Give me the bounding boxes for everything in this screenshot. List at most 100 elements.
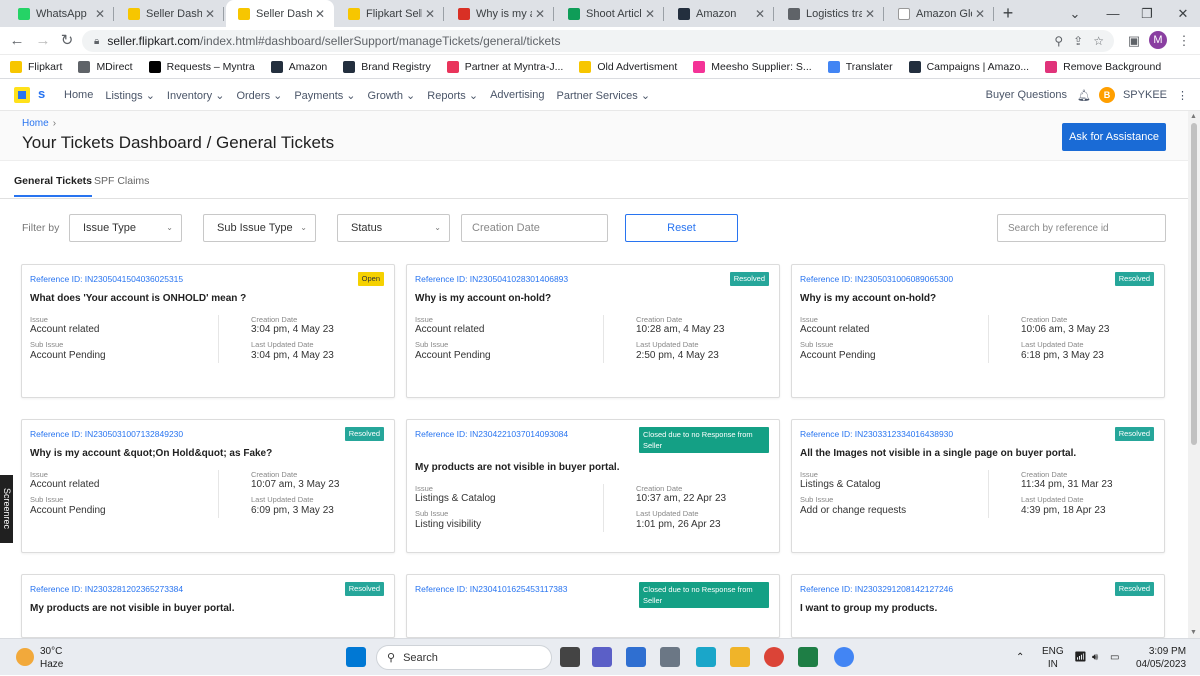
screenrec-side-tab[interactable]: Screenrec: [0, 475, 13, 543]
zoom-icon[interactable]: ⚲: [1054, 34, 1063, 48]
browser-tab[interactable]: Logistics track✕: [776, 0, 884, 27]
bookmark-item[interactable]: Meesho Supplier: S...: [693, 60, 812, 73]
nav-item-advertising[interactable]: Advertising: [490, 89, 544, 101]
notepad-icon[interactable]: [626, 647, 646, 667]
nav-item-listings[interactable]: Listings ⌄: [105, 89, 155, 102]
close-tab-icon[interactable]: ✕: [422, 7, 438, 21]
close-tab-icon[interactable]: ✕: [202, 7, 218, 21]
account-avatar[interactable]: B: [1098, 87, 1115, 103]
ticket-card[interactable]: Reference ID: IN2305041028301406893 Resol…: [406, 264, 780, 398]
ticket-question[interactable]: Why is my account on-hold?: [415, 293, 735, 304]
ticket-question[interactable]: My products are not visible in buyer por…: [30, 603, 350, 614]
task-view-icon[interactable]: [560, 647, 580, 667]
bookmark-item[interactable]: Remove Background: [1045, 60, 1161, 73]
flipkart-logo-icon[interactable]: [14, 87, 30, 103]
weather-sun-icon[interactable]: [16, 648, 34, 666]
wifi-icon[interactable]: 📶︎: [1074, 639, 1087, 676]
teams-icon[interactable]: [592, 647, 612, 667]
bookmark-item[interactable]: Old Advertisment: [579, 60, 677, 73]
close-tab-icon[interactable]: ✕: [972, 7, 988, 21]
windows-start-icon[interactable]: [346, 647, 366, 667]
bookmark-item[interactable]: Flipkart: [10, 60, 62, 73]
ticket-card[interactable]: Reference ID: IN2303281202365273384 Resol…: [21, 574, 395, 638]
file-explorer-icon[interactable]: [730, 647, 750, 667]
ticket-card[interactable]: Reference ID: IN2303312334016438930 Resol…: [791, 419, 1165, 553]
creation-date-input[interactable]: Creation Date: [461, 214, 608, 242]
address-bar[interactable]: 🔒︎ seller.flipkart.com/index.html#dashbo…: [82, 30, 1114, 52]
nav-item-reports[interactable]: Reports ⌄: [427, 89, 478, 102]
reset-button[interactable]: Reset: [625, 214, 738, 242]
browser-tab[interactable]: WhatsApp ✕: [6, 0, 114, 27]
ticket-question[interactable]: My products are not visible in buyer por…: [415, 462, 735, 473]
nav-item-payments[interactable]: Payments ⌄: [294, 89, 355, 102]
reload-icon[interactable]: ↻: [57, 31, 77, 51]
close-tab-icon[interactable]: ✕: [642, 7, 658, 21]
menu-icon[interactable]: ⋮: [1174, 31, 1194, 51]
ticket-card[interactable]: Reference ID: IN2305041504036025315 Open W…: [21, 264, 395, 398]
bookmark-item[interactable]: Partner at Myntra-J...: [446, 60, 563, 73]
bookmark-star-icon[interactable]: ☆: [1093, 34, 1104, 48]
forward-icon[interactable]: →: [33, 31, 53, 51]
ticket-question[interactable]: What does 'Your account is ONHOLD' mean …: [30, 293, 350, 304]
scrollbar-thumb[interactable]: [1191, 123, 1197, 445]
sub-issue-type-select[interactable]: Sub Issue Type ⌄: [203, 214, 316, 242]
excel-icon[interactable]: [798, 647, 818, 667]
close-tab-icon[interactable]: ✕: [312, 7, 328, 21]
back-icon[interactable]: ←: [7, 31, 27, 51]
buyer-questions-link[interactable]: Buyer Questions: [986, 89, 1067, 101]
account-name[interactable]: SPYKEE: [1123, 89, 1167, 101]
nav-item-inventory[interactable]: Inventory ⌄: [167, 89, 225, 102]
browser-tab[interactable]: Flipkart Seller✕: [336, 0, 444, 27]
more-icon[interactable]: ⋮: [1177, 89, 1188, 102]
ticket-card[interactable]: Reference ID: IN2305031006089065300 Resol…: [791, 264, 1165, 398]
bookmark-item[interactable]: Brand Registry: [343, 60, 431, 73]
status-select[interactable]: Status ⌄: [337, 214, 450, 242]
browser-tab[interactable]: Seller Dashbo✕: [116, 0, 224, 27]
new-tab-button[interactable]: +: [998, 3, 1018, 23]
bookmark-item[interactable]: Amazon: [270, 60, 327, 73]
ticket-question[interactable]: All the Images not visible in a single p…: [800, 448, 1120, 459]
sidebar-icon[interactable]: ▣: [1124, 31, 1144, 51]
ticket-card[interactable]: Reference ID: IN2303291208142127246 Resol…: [791, 574, 1165, 638]
profile-avatar[interactable]: M: [1149, 31, 1167, 49]
share-icon[interactable]: ⇪: [1073, 34, 1083, 48]
tray-chevron-icon[interactable]: ⌃: [1016, 639, 1024, 676]
tab-general-tickets[interactable]: General Tickets: [14, 175, 93, 197]
chrome-icon[interactable]: [764, 647, 784, 667]
close-tab-icon[interactable]: ✕: [532, 7, 548, 21]
edge-icon[interactable]: [696, 647, 716, 667]
ticket-card[interactable]: Reference ID: IN2305031007132849230 Resol…: [21, 419, 395, 553]
chrome-profile-icon[interactable]: [834, 647, 854, 667]
nav-item-home[interactable]: Home: [64, 89, 93, 101]
ticket-card[interactable]: Reference ID: IN2304101625453117383 Close…: [406, 574, 780, 638]
close-tab-icon[interactable]: ✕: [752, 7, 768, 21]
browser-tab[interactable]: Seller Dashbo✕: [226, 0, 334, 27]
reference-search-input[interactable]: Search by reference id: [997, 214, 1166, 242]
taskbar-search[interactable]: ⚲ Search: [376, 645, 552, 670]
minimize-button[interactable]: —: [1096, 0, 1130, 27]
issue-type-select[interactable]: Issue Type ⌄: [69, 214, 182, 242]
close-window-button[interactable]: ✕: [1166, 0, 1200, 27]
close-tab-icon[interactable]: ✕: [92, 7, 108, 21]
volume-icon[interactable]: 🔊︎: [1092, 639, 1098, 676]
breadcrumb[interactable]: Home ›: [22, 118, 56, 129]
browser-tab[interactable]: Amazon ✕: [666, 0, 774, 27]
language-indicator[interactable]: ENG IN: [1042, 639, 1064, 676]
bookmark-item[interactable]: MDirect: [78, 60, 133, 73]
ticket-question[interactable]: I want to group my products.: [800, 603, 1120, 614]
ticket-question[interactable]: Why is my account &quot;On Hold&quot; as…: [30, 448, 350, 459]
clock[interactable]: 3:09 PM 04/05/2023: [1136, 645, 1186, 671]
maximize-button[interactable]: ❐: [1130, 0, 1164, 27]
browser-tab[interactable]: Amazon Glob✕: [886, 0, 994, 27]
ticket-card[interactable]: Reference ID: IN2304221037014093084 Close…: [406, 419, 780, 553]
bookmark-item[interactable]: Requests – Myntra: [148, 60, 255, 73]
tab-spf-claims[interactable]: SPF Claims: [94, 175, 149, 187]
nav-item-partner-services[interactable]: Partner Services ⌄: [556, 89, 650, 102]
browser-tab[interactable]: Why is my acc✕: [446, 0, 554, 27]
tab-search-button[interactable]: ⌄: [1058, 0, 1092, 27]
calculator-icon[interactable]: [660, 647, 680, 667]
nav-item-growth[interactable]: Growth ⌄: [368, 89, 416, 102]
bookmark-item[interactable]: Translater: [827, 60, 893, 73]
weather-widget[interactable]: 30°C Haze: [40, 645, 63, 671]
page-scrollbar[interactable]: ▲ ▼: [1188, 111, 1200, 638]
